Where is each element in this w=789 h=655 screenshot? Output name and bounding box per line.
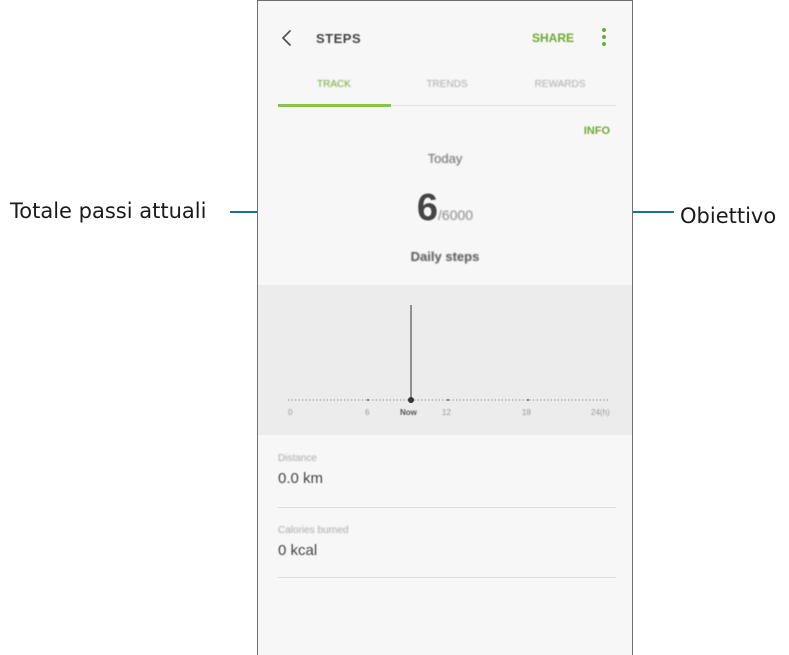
tab-trends[interactable]: TRENDS xyxy=(391,79,503,90)
more-options-icon[interactable] xyxy=(598,28,610,48)
divider xyxy=(278,577,616,578)
tick-label-0: 0 xyxy=(288,408,293,417)
steps-counter: 6/6000 xyxy=(258,187,632,230)
phone-screen: STEPS SHARE TRACK TRENDS REWARDS INFO To… xyxy=(257,0,633,655)
distance-label: Distance xyxy=(278,453,317,464)
calories-stat: Calories burned 0 kcal xyxy=(278,525,616,559)
steps-timeline-chart: 0 6 Now 12 18 24(h) xyxy=(258,285,632,435)
annotation-goal: Obiettivo xyxy=(680,204,777,228)
tick-label-18: 18 xyxy=(522,408,531,417)
tab-rewards[interactable]: REWARDS xyxy=(504,79,616,90)
info-button[interactable]: INFO xyxy=(584,125,610,137)
tick-label-12: 12 xyxy=(442,408,451,417)
distance-stat: Distance 0.0 km xyxy=(278,453,616,487)
page-title: STEPS xyxy=(316,31,362,46)
daily-steps-caption: Daily steps xyxy=(410,249,480,264)
tick-dot xyxy=(366,398,370,402)
current-steps-value: 6 xyxy=(416,187,439,229)
back-arrow-icon[interactable] xyxy=(276,27,298,49)
now-marker-dot xyxy=(408,397,414,403)
divider xyxy=(278,507,616,508)
tick-label-now: Now xyxy=(400,408,418,417)
goal-steps-value: /6000 xyxy=(438,207,474,223)
annotation-current-steps: Totale passi attuali xyxy=(10,199,207,223)
tick-label-6: 6 xyxy=(365,408,370,417)
calories-label: Calories burned xyxy=(278,525,349,536)
tab-indicator xyxy=(278,104,391,107)
calories-value: 0 kcal xyxy=(278,542,318,559)
timeline-svg: 0 6 Now 12 18 24(h) xyxy=(288,305,610,417)
tab-track[interactable]: TRACK xyxy=(278,79,390,90)
tab-bar: TRACK TRENDS REWARDS xyxy=(278,69,616,107)
tick-dot xyxy=(526,398,530,402)
date-label: Today xyxy=(427,151,463,166)
tick-dot xyxy=(446,398,450,402)
tick-label-24h: 24(h) xyxy=(591,408,610,417)
share-button[interactable]: SHARE xyxy=(532,31,574,45)
distance-value: 0.0 km xyxy=(278,470,324,487)
